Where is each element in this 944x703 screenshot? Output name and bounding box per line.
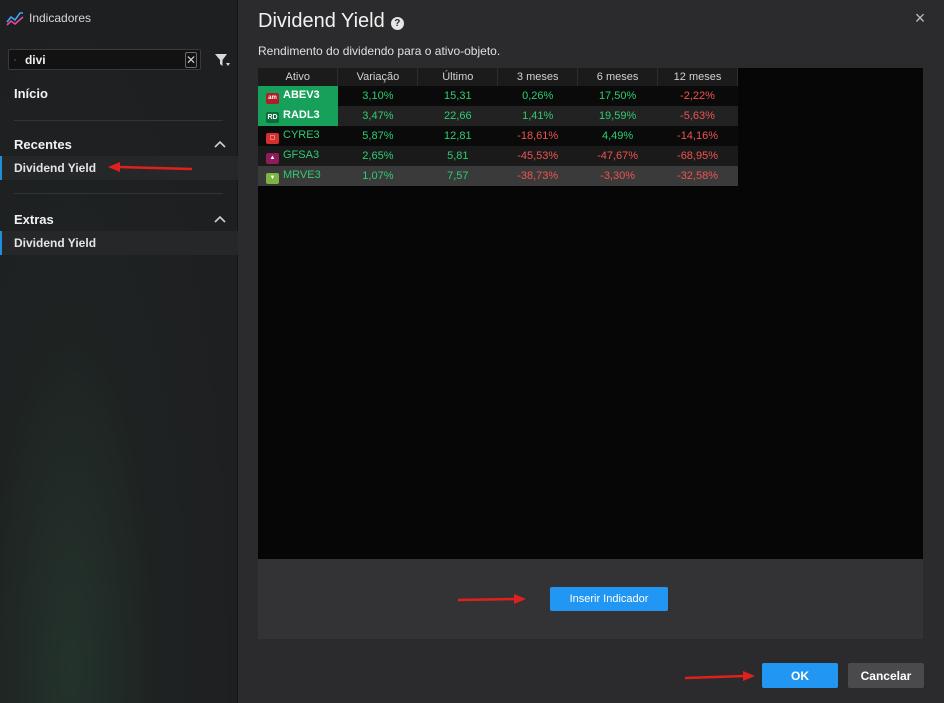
12m-cell: -5,63% [657, 106, 738, 126]
asset-cell: ▼ MRVE3 [258, 166, 338, 186]
insert-indicator-button[interactable]: Inserir Indicador [550, 587, 668, 611]
3m-cell: -38,73% [497, 166, 578, 186]
asset-symbol: CYRE3 [283, 128, 320, 141]
divider [14, 120, 223, 121]
sidebar-header: Indicadores [0, 0, 238, 36]
6m-cell: -3,30% [577, 166, 658, 186]
annotation-arrow [684, 671, 755, 681]
3m-cell: 1,41% [497, 106, 578, 126]
search-input[interactable] [15, 50, 185, 69]
table-row[interactable]: RD RADL3 3,47% 22,66 1,41% 19,59% -5,63% [258, 106, 738, 126]
table-row[interactable]: ▼ MRVE3 1,07% 7,57 -38,73% -3,30% -32,58% [258, 166, 738, 186]
last-cell: 15,31 [417, 86, 498, 106]
column-header[interactable]: Ativo [258, 68, 339, 86]
table-header-row: Ativo Variação Último 3 meses 6 meses 12… [258, 68, 738, 86]
asset-symbol: GFSA3 [283, 148, 320, 161]
12m-cell: -14,16% [657, 126, 738, 146]
raia-drogasil-logo-icon: RD [266, 112, 279, 123]
3m-cell: -45,53% [497, 146, 578, 166]
table-row[interactable]: ▢ CYRE3 5,87% 12,81 -18,61% 4,49% -14,16% [258, 126, 738, 146]
12m-cell: -32,58% [657, 166, 738, 186]
divider [14, 193, 223, 194]
asset-cell: am ABEV3 [258, 86, 338, 106]
indicator-detail-panel: Dividend Yield ? × Rendimento do dividen… [239, 0, 944, 703]
ok-button[interactable]: OK [762, 663, 838, 688]
close-button[interactable]: × [912, 9, 928, 27]
asset-cell: ▢ CYRE3 [258, 126, 338, 146]
last-cell: 22,66 [417, 106, 498, 126]
dialog-title: Dividend Yield ? [258, 10, 404, 33]
asset-symbol: RADL3 [283, 109, 320, 121]
6m-cell: -47,67% [577, 146, 658, 166]
last-cell: 7,57 [417, 166, 498, 186]
help-icon[interactable]: ? [390, 16, 404, 30]
column-header[interactable]: Variação [337, 68, 419, 86]
cyrela-logo-icon: ▢ [266, 132, 279, 144]
sidebar-item-label: Dividend Yield [14, 236, 97, 250]
search-box: ✕ [8, 49, 201, 70]
3m-cell: -18,61% [497, 126, 578, 146]
indicator-preview: Ativo Variação Último 3 meses 6 meses 12… [258, 68, 923, 559]
indicators-logo-icon [6, 12, 24, 26]
variation-cell: 3,47% [337, 106, 418, 126]
asset-symbol: ABEV3 [283, 88, 320, 101]
filter-button[interactable] [212, 50, 232, 70]
nav-inicio[interactable]: Início [14, 86, 48, 101]
clear-search-button[interactable]: ✕ [184, 51, 197, 68]
6m-cell: 4,49% [577, 126, 658, 146]
asset-cell: RD RADL3 [258, 106, 338, 126]
6m-cell: 19,59% [577, 106, 658, 126]
chevron-up-icon[interactable] [214, 140, 226, 148]
annotation-arrow [457, 594, 526, 604]
close-icon: ✕ [185, 52, 196, 67]
mrv-logo-icon: ▼ [266, 172, 279, 184]
variation-cell: 2,65% [337, 146, 418, 166]
asset-symbol: MRVE3 [283, 168, 321, 181]
column-header[interactable]: 12 meses [657, 68, 738, 86]
last-cell: 12,81 [417, 126, 498, 146]
sidebar-item-label: Dividend Yield [14, 161, 97, 175]
app-title: Indicadores [29, 11, 92, 25]
table-row[interactable]: am ABEV3 3,10% 15,31 0,26% 17,50% -2,22% [258, 86, 738, 106]
column-header[interactable]: 6 meses [577, 68, 659, 86]
filter-icon [215, 54, 230, 66]
variation-cell: 5,87% [337, 126, 418, 146]
ambev-logo-icon: am [266, 92, 279, 104]
annotation-arrow [108, 162, 193, 172]
variation-cell: 3,10% [337, 86, 418, 106]
6m-cell: 17,50% [577, 86, 658, 106]
gafisa-logo-icon: ▲ [266, 152, 279, 164]
column-header[interactable]: 3 meses [497, 68, 579, 86]
last-cell: 5,81 [417, 146, 498, 166]
indicator-description: Rendimento do dividendo para o ativo-obj… [258, 44, 501, 58]
insert-area: Inserir Indicador [258, 559, 923, 639]
12m-cell: -68,95% [657, 146, 738, 166]
asset-cell: ▲ GFSA3 [258, 146, 338, 166]
search-icon [14, 58, 16, 61]
asset-table: Ativo Variação Último 3 meses 6 meses 12… [258, 68, 738, 186]
column-header[interactable]: Último [417, 68, 499, 86]
section-title-extras[interactable]: Extras [14, 212, 54, 227]
table-row[interactable]: ▲ GFSA3 2,65% 5,81 -45,53% -47,67% -68,95… [258, 146, 738, 166]
cancel-button[interactable]: Cancelar [848, 663, 924, 688]
sidebar-item-dividend-yield-extras[interactable]: Dividend Yield [0, 231, 238, 255]
sidebar: Indicadores ✕ Início Recentes Dividen [0, 0, 238, 703]
indicators-window: Indicadores ✕ Início Recentes Dividen [0, 0, 944, 703]
page-title: Dividend Yield [258, 10, 385, 32]
12m-cell: -2,22% [657, 86, 738, 106]
3m-cell: 0,26% [497, 86, 578, 106]
chevron-up-icon[interactable] [214, 215, 226, 223]
variation-cell: 1,07% [337, 166, 418, 186]
section-title-recentes[interactable]: Recentes [14, 137, 72, 152]
